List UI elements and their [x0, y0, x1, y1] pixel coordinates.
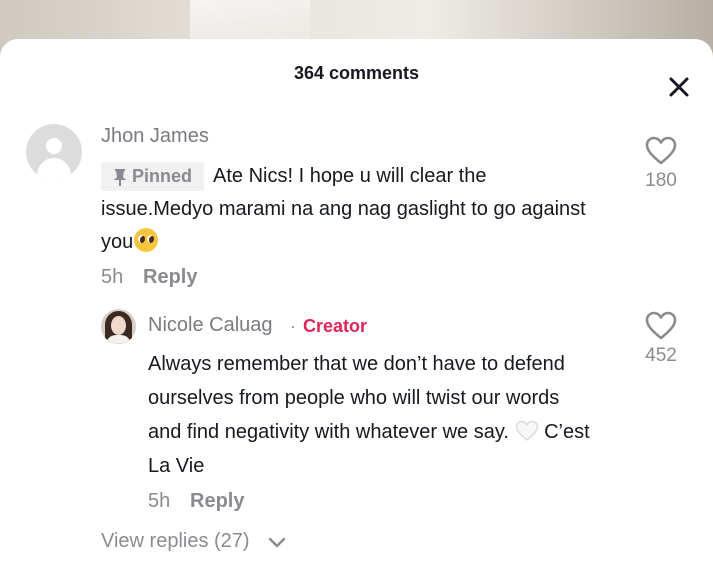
creator-badge: Creator: [303, 316, 368, 336]
avatar-shirt: [106, 335, 131, 344]
comment-text-line1: Ate Nics! I hope u will clear the: [213, 165, 487, 187]
comments-sheet: 364 comments Jhon James Pinned Ate Nics!…: [0, 39, 713, 577]
avatar[interactable]: [26, 124, 82, 180]
chevron-down-icon[interactable]: [268, 536, 286, 550]
reply-text-line3a: and find negativity with whatever we say…: [148, 421, 509, 443]
comment-timestamp: 5h: [101, 266, 124, 288]
pinned-label: Pinned: [132, 166, 193, 186]
reply-text-line3: and find negativity with whatever we say…: [148, 416, 590, 449]
heart-outline-icon[interactable]: [644, 135, 678, 167]
comment-text-line3: you: [101, 226, 159, 259]
comment-username[interactable]: Jhon James: [101, 125, 209, 148]
pinned-badge: Pinned: [101, 162, 204, 191]
like-count: 180: [645, 170, 677, 191]
comments-count-title: 364 comments: [293, 63, 420, 83]
reply-timestamp: 5h: [148, 490, 171, 512]
like-count: 452: [645, 345, 677, 366]
creator-avatar[interactable]: [101, 309, 136, 344]
reply-button[interactable]: Reply: [143, 266, 197, 289]
comment-text-line2: issue.Medyo marami na ang nag gaslight t…: [101, 198, 586, 220]
close-icon[interactable]: [664, 72, 694, 102]
reply-text-line4: La Vie: [148, 455, 205, 477]
white-heart-emoji: [515, 420, 538, 441]
username-separator: ·: [290, 316, 296, 336]
reply-username[interactable]: Nicole Caluag: [148, 314, 273, 337]
avatar-face: [111, 316, 126, 335]
view-replies-button[interactable]: View replies (27): [101, 530, 250, 553]
reply-text-line1: Always remember that we don’t have to de…: [148, 353, 565, 375]
reply-button[interactable]: Reply: [190, 490, 244, 513]
default-avatar-head: [46, 138, 62, 154]
reply-text-line2: ourselves from people who will twist our…: [148, 387, 560, 409]
default-avatar-body: [37, 158, 71, 180]
pin-icon: [114, 169, 126, 186]
heart-outline-icon[interactable]: [644, 310, 678, 342]
reply-text-line3b: C’est: [544, 421, 590, 443]
comment-text-line3-text: you: [101, 231, 134, 253]
pleading-face-emoji: [134, 228, 159, 252]
